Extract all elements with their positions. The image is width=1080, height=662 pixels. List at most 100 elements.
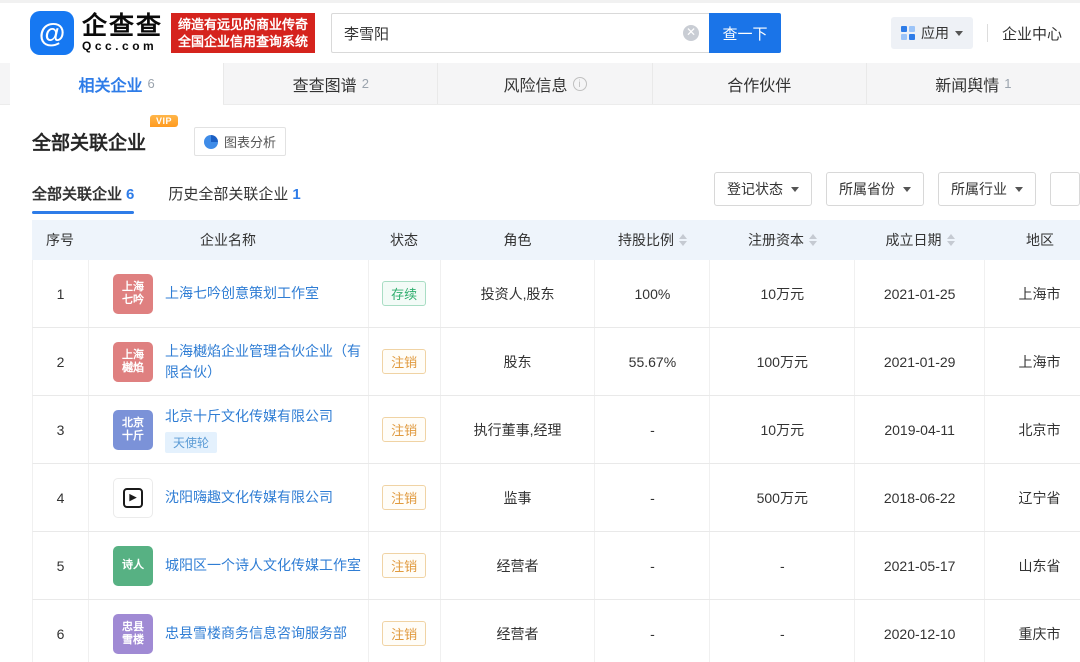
chevron-down-icon: [791, 187, 799, 192]
founded-date-text: 2020-12-10: [884, 626, 956, 642]
clear-search-icon[interactable]: ✕: [683, 25, 699, 41]
cell-share-ratio: -: [595, 532, 710, 599]
play-logo-icon: ▶: [123, 488, 143, 508]
company-name-block: 北京十斤文化传媒有限公司 天使轮: [165, 406, 333, 453]
status-badge: 注销: [382, 349, 426, 374]
cell-index: 4: [33, 464, 89, 531]
row-index: 5: [57, 558, 65, 574]
subtab-count-badge: 6: [126, 186, 134, 203]
table-body: 1 上海七吟 上海七吟创意策划工作室 存续 投资人,股东 100% 10万元 2…: [32, 260, 1080, 662]
row-index: 6: [57, 626, 65, 642]
subtab-history-companies[interactable]: 历史全部关联企业1: [168, 183, 300, 214]
cell-status: 存续: [369, 260, 441, 327]
company-name-link[interactable]: 忠县雪楼商务信息咨询服务部: [165, 623, 347, 644]
company-name-link[interactable]: 上海七吟创意策划工作室: [165, 283, 319, 304]
table-row: 1 上海七吟 上海七吟创意策划工作室 存续 投资人,股东 100% 10万元 2…: [32, 260, 1080, 328]
sort-icon[interactable]: [809, 234, 817, 246]
qcc-logo[interactable]: @ 企查查 Qcc.com 缔造有远见的商业传奇 全国企业信用查询系统: [30, 11, 315, 55]
company-name-link[interactable]: 上海樾焰企业管理合伙企业（有限合伙）: [165, 341, 362, 383]
cell-index: 2: [33, 328, 89, 395]
column-header-share-ratio[interactable]: 持股比例: [595, 220, 710, 260]
tab-label: 新闻舆情: [935, 72, 999, 96]
role-text: 执行董事,经理: [474, 420, 562, 440]
row-index: 4: [57, 490, 65, 506]
cell-region: 上海市: [985, 328, 1080, 395]
avatar-text-line: 上海: [122, 281, 144, 294]
tab-label: 合作伙伴: [727, 72, 791, 96]
company-name-block: 忠县雪楼商务信息咨询服务部: [165, 623, 347, 644]
cell-registered-capital: -: [710, 600, 855, 662]
tab-graph[interactable]: 查查图谱2: [223, 63, 437, 104]
cell-company: 诗人 城阳区一个诗人文化传媒工作室: [89, 532, 369, 599]
cell-role: 经营者: [441, 600, 596, 662]
brand-name: 企查查: [82, 13, 163, 39]
cell-share-ratio: -: [595, 600, 710, 662]
column-header-founded-date[interactable]: 成立日期: [855, 220, 985, 260]
enterprise-center-link[interactable]: 企业中心: [1002, 23, 1062, 44]
company-name-link[interactable]: 北京十斤文化传媒有限公司: [165, 406, 333, 427]
company-name-link[interactable]: 城阳区一个诗人文化传媒工作室: [165, 555, 361, 576]
avatar-text-line: 忠县: [122, 621, 144, 634]
column-header-label: 序号: [46, 230, 74, 250]
company-name-link[interactable]: 沈阳嗨趣文化传媒有限公司: [165, 487, 333, 508]
column-header-company-name: 企业名称: [88, 220, 368, 260]
share-ratio-text: -: [650, 422, 655, 438]
tab-news[interactable]: 新闻舆情1: [866, 63, 1080, 104]
cell-founded-date: 2018-06-22: [855, 464, 985, 531]
registered-capital-text: 500万元: [757, 488, 808, 508]
page-title: 全部关联企业 VIP: [32, 128, 146, 155]
region-text: 上海市: [1019, 352, 1061, 372]
table-row: 5 诗人 城阳区一个诗人文化传媒工作室 注销 经营者 - - 2021-05-1…: [32, 532, 1080, 600]
subtab-all-companies[interactable]: 全部关联企业6: [32, 183, 134, 214]
tab-risk-info[interactable]: 风险信息i: [437, 63, 651, 104]
status-badge: 注销: [382, 553, 426, 578]
tab-label: 相关企业: [78, 72, 142, 96]
main-tab-bar: 相关企业6查查图谱2风险信息i 合作伙伴 新闻舆情1: [0, 63, 1080, 105]
chevron-down-icon: [1015, 187, 1023, 192]
page-title-text: 全部关联企业: [32, 133, 146, 154]
apps-button[interactable]: 应用: [891, 17, 973, 49]
founded-date-text: 2018-06-22: [884, 490, 956, 506]
cell-region: 北京市: [985, 396, 1080, 463]
registered-capital-text: 100万元: [757, 352, 808, 372]
cell-status: 注销: [369, 532, 441, 599]
company-name-block: 城阳区一个诗人文化传媒工作室: [165, 555, 361, 576]
cell-registered-capital: 100万元: [710, 328, 855, 395]
company-avatar: 上海樾焰: [113, 342, 153, 382]
sort-icon[interactable]: [679, 234, 687, 246]
subtab-count-badge: 1: [292, 186, 300, 203]
filter-partial-cutoff[interactable]: [1050, 172, 1080, 206]
filter-province[interactable]: 所属省份: [826, 172, 924, 206]
cell-company: 上海樾焰 上海樾焰企业管理合伙企业（有限合伙）: [89, 328, 369, 395]
brand-domain: Qcc.com: [82, 39, 163, 53]
region-text: 重庆市: [1019, 624, 1061, 644]
tab-related-companies[interactable]: 相关企业6: [10, 63, 223, 105]
search-button[interactable]: 查一下: [709, 13, 781, 53]
company-avatar: ▶: [113, 478, 153, 518]
brand-slogan-badge: 缔造有远见的商业传奇 全国企业信用查询系统: [171, 13, 315, 53]
founded-date-text: 2021-05-17: [884, 558, 956, 574]
funding-round-tag: 天使轮: [165, 432, 217, 453]
search-input[interactable]: [331, 13, 709, 53]
cell-region: 辽宁省: [985, 464, 1080, 531]
cell-status: 注销: [369, 600, 441, 662]
cell-share-ratio: -: [595, 464, 710, 531]
chart-analysis-button[interactable]: 图表分析: [194, 127, 286, 156]
filter-industry[interactable]: 所属行业: [938, 172, 1036, 206]
cell-status: 注销: [369, 464, 441, 531]
avatar-text-line: 北京: [122, 417, 144, 430]
region-text: 北京市: [1019, 420, 1061, 440]
role-text: 监事: [504, 488, 532, 508]
column-header-role: 角色: [440, 220, 595, 260]
sort-icon[interactable]: [947, 234, 955, 246]
cell-registered-capital: -: [710, 532, 855, 599]
filter-registration-status[interactable]: 登记状态: [714, 172, 812, 206]
qcc-logo-icon[interactable]: @: [30, 11, 74, 55]
share-ratio-text: -: [650, 558, 655, 574]
registered-capital-text: 10万元: [761, 420, 805, 440]
column-header-registered-capital[interactable]: 注册资本: [710, 220, 855, 260]
tab-partners[interactable]: 合作伙伴: [652, 63, 866, 104]
filter-label: 所属行业: [951, 179, 1007, 199]
related-companies-table: 序号企业名称状态角色持股比例注册资本成立日期地区 1 上海七吟 上海七吟创意策划…: [32, 220, 1080, 662]
search-bar: ✕ 查一下: [331, 13, 781, 53]
